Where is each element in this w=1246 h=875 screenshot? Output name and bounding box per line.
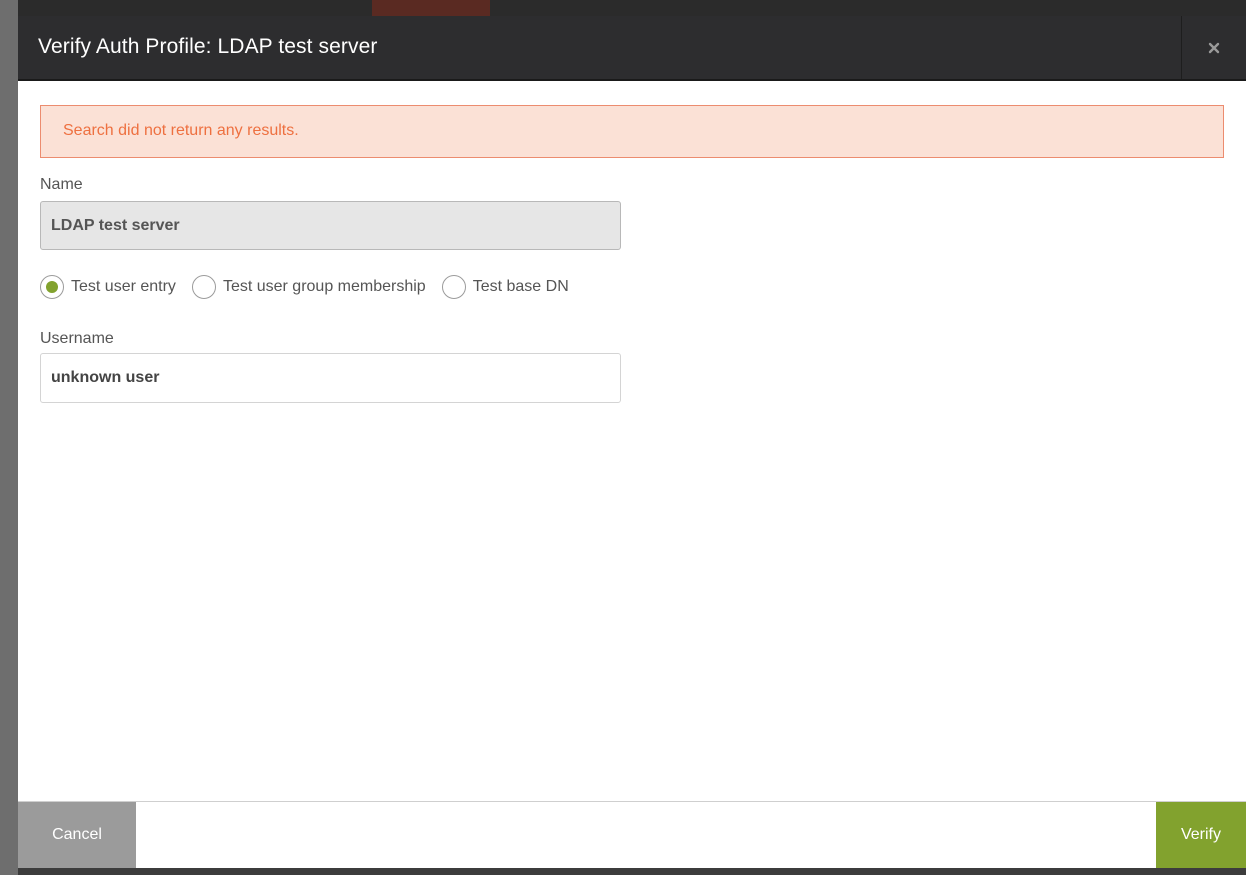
name-label: Name (40, 176, 83, 193)
test-type-radio-group: Test user entry Test user group membersh… (40, 273, 585, 301)
radio-label: Test base DN (472, 278, 569, 295)
verify-auth-profile-dialog: Verify Auth Profile: LDAP test server Se… (18, 16, 1246, 868)
radio-checked-icon[interactable] (40, 275, 64, 299)
radio-test-user-group-membership[interactable]: Test user group membership (191, 275, 426, 299)
radio-unchecked-icon[interactable] (441, 275, 466, 299)
radio-unchecked-icon[interactable] (191, 275, 216, 299)
radio-test-user-entry[interactable]: Test user entry (40, 275, 176, 299)
cancel-button[interactable]: Cancel (18, 802, 136, 868)
dialog-title: Verify Auth Profile: LDAP test server (38, 35, 378, 58)
username-field[interactable] (40, 353, 621, 403)
dialog-header: Verify Auth Profile: LDAP test server (18, 16, 1246, 81)
radio-test-base-dn[interactable]: Test base DN (441, 275, 569, 299)
background-active-tab (372, 0, 490, 16)
username-label: Username (40, 330, 114, 347)
background-topbar (0, 0, 1246, 16)
dialog-footer: Cancel Verify (18, 801, 1246, 868)
verify-button[interactable]: Verify (1156, 802, 1246, 868)
radio-label: Test user entry (71, 278, 176, 295)
close-button[interactable] (1181, 16, 1246, 79)
name-field (40, 201, 621, 250)
alert-message: Search did not return any results. (63, 122, 299, 139)
background-app-strip (0, 0, 18, 875)
radio-label: Test user group membership (222, 278, 426, 295)
error-alert: Search did not return any results. (40, 105, 1224, 158)
close-icon (1208, 42, 1220, 53)
